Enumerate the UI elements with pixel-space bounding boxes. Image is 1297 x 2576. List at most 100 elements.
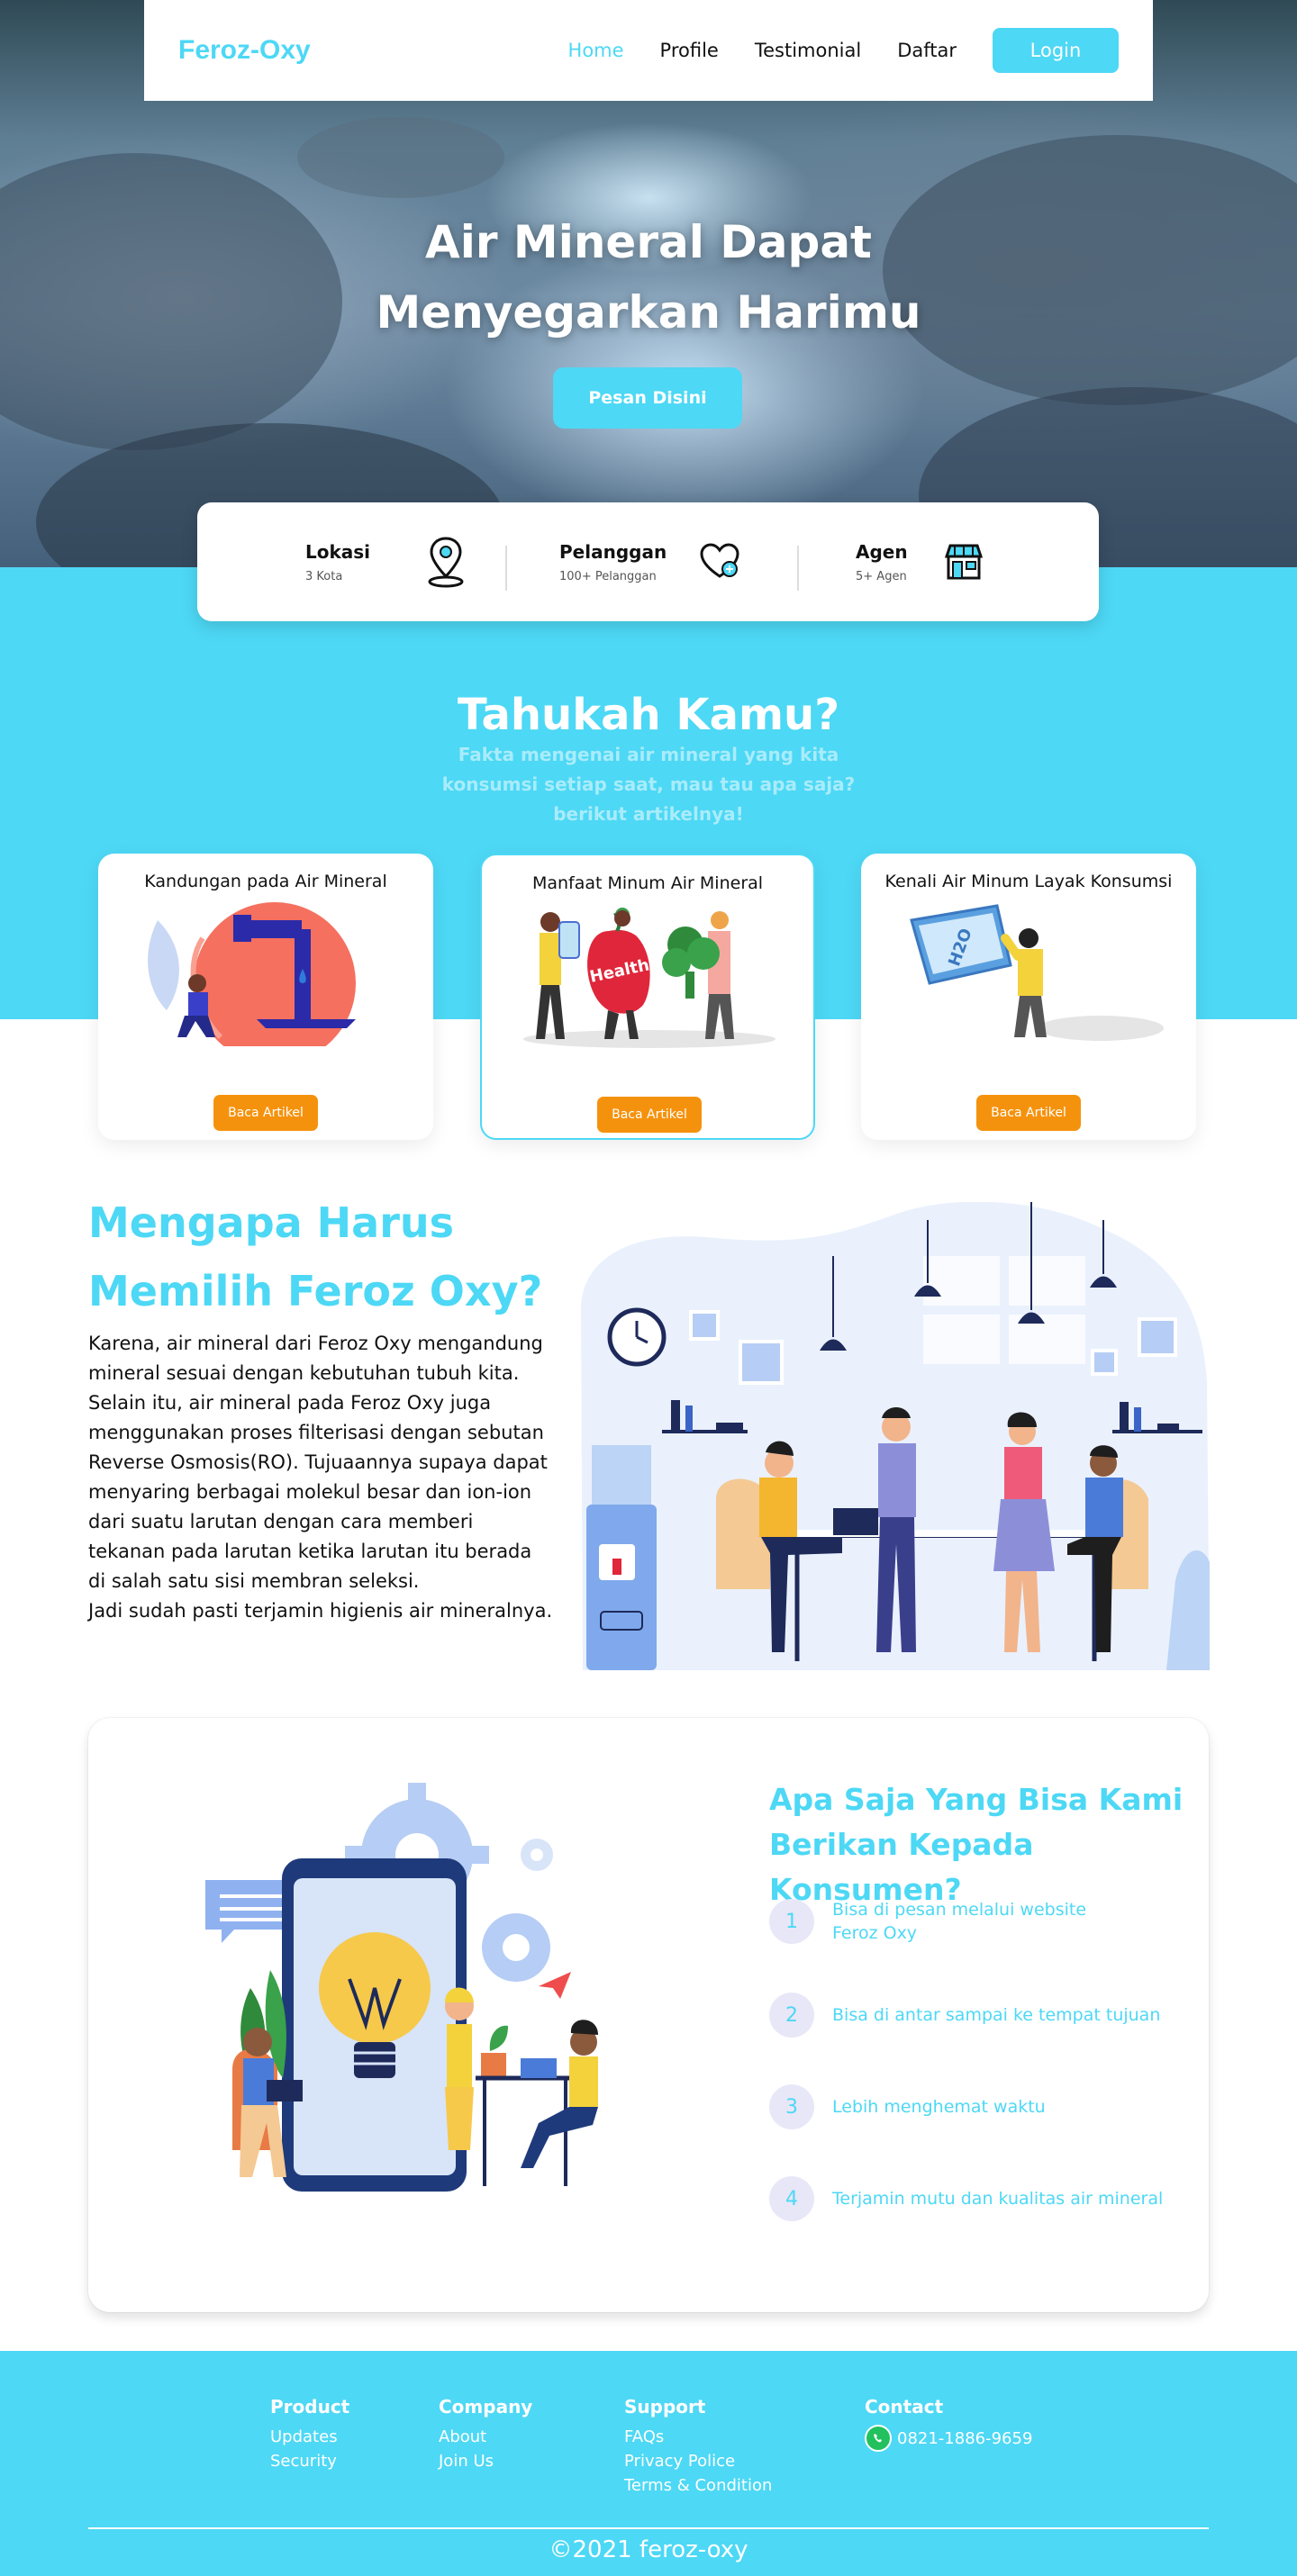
stat-title: Agen (856, 540, 908, 563)
article-card-title: Kenali Air Minum Layak Konsumsi (884, 872, 1173, 891)
service-item: 3 Lebih menghemat waktu (769, 2084, 1193, 2129)
stat-pelanggan-text: Pelanggan 100+ Pelanggan (559, 541, 667, 583)
stat-title: Pelanggan (559, 540, 667, 563)
service-number: 4 (769, 2176, 814, 2221)
whatsapp-icon (865, 2425, 892, 2452)
stat-title: Lokasi (305, 540, 371, 563)
footer-heading: Contact (865, 2396, 944, 2418)
footer-product-column: Product Updates Security (270, 2396, 349, 2473)
services-title-line: Apa Saja Yang Bisa Kami (769, 1782, 1184, 1817)
footer-heading: Product (270, 2396, 350, 2418)
why-body-line: menggunakan proses filterisasi dengan se… (88, 1422, 544, 1443)
water-pour-illustration: H2O (910, 904, 1164, 1041)
why-body-line: Karena, air mineral dari Feroz Oxy menga… (88, 1333, 543, 1354)
read-article-button[interactable]: Baca Artikel (597, 1097, 702, 1133)
health-illustration: Health (523, 908, 775, 1048)
footer-phone-number: 0821-1886-9659 (897, 2428, 1033, 2448)
why-body-line: dari suatu larutan dengan cara memberi (88, 1511, 474, 1532)
tahukah-subtitle: Fakta mengenai air mineral yang kita kon… (423, 740, 874, 829)
nav-daftar-link[interactable]: Daftar (897, 40, 957, 61)
service-text: Terjamin mutu dan kualitas air mineral (832, 2189, 1164, 2209)
footer-copyright: ©2021 feroz-oxy (549, 2536, 748, 2563)
service-text-line: Feroz Oxy (832, 1923, 918, 1943)
stat-agen-text: Agen 5+ Agen (856, 541, 908, 583)
why-body-line: Selain itu, air mineral pada Feroz Oxy j… (88, 1392, 492, 1414)
tahukah-title: Tahukah Kamu? (457, 690, 840, 740)
services-illustration (205, 1783, 598, 2192)
stats-panel: Lokasi 3 Kota Pelanggan 100+ Pelanggan A… (197, 502, 1099, 621)
why-body-line: Jadi sudah pasti terjamin higienis air m… (88, 1600, 553, 1622)
service-number: 1 (769, 1899, 814, 1944)
footer-contact-column: Contact 0821-1886-9659 (865, 2396, 1032, 2452)
services-section: Apa Saja Yang Bisa Kami Berikan Kepada K… (88, 1718, 1209, 2312)
hero-title-line2: Menyegarkan Harimu (376, 286, 921, 339)
service-item: 1 Bisa di pesan melalui website Feroz Ox… (769, 1898, 1193, 1945)
article-card-title: Manfaat Minum Air Mineral (531, 873, 764, 893)
service-item: 2 Bisa di antar sampai ke tempat tujuan (769, 1993, 1193, 2038)
service-number: 3 (769, 2084, 814, 2129)
why-body-line: menyaring berbagai molekul besar dan ion… (88, 1481, 532, 1503)
order-here-button[interactable]: Pesan Disini (553, 367, 742, 429)
footer-security-link[interactable]: Security (270, 2449, 349, 2473)
footer-company-column: Company About Join Us (439, 2396, 532, 2473)
footer-faqs-link[interactable]: FAQs (624, 2425, 772, 2449)
article-card: Manfaat Minum Air Mineral Health Baca Ar… (480, 854, 815, 1140)
heart-plus-icon (700, 543, 739, 578)
services-title-line: Berikan Kepada Konsumen? (769, 1827, 1034, 1907)
faucet-illustration (148, 902, 356, 1046)
footer-about-link[interactable]: About (439, 2425, 532, 2449)
service-text: Bisa di antar sampai ke tempat tujuan (832, 2005, 1161, 2025)
why-body: Karena, air mineral dari Feroz Oxy menga… (88, 1329, 579, 1626)
why-title-line: Mengapa Harus (88, 1198, 455, 1247)
read-article-button[interactable]: Baca Artikel (976, 1095, 1081, 1131)
footer-phone[interactable]: 0821-1886-9659 (865, 2425, 1032, 2452)
service-item: 4 Terjamin mutu dan kualitas air mineral (769, 2176, 1193, 2221)
article-card: Kenali Air Minum Layak Konsumsi H2O Baca… (861, 854, 1196, 1140)
nav-profile-link[interactable]: Profile (660, 40, 719, 61)
nav-testimonial-link[interactable]: Testimonial (755, 40, 861, 61)
article-card: Kandungan pada Air Mineral Baca Artikel (98, 854, 433, 1140)
stat-lokasi-text: Lokasi 3 Kota (305, 541, 370, 583)
stat-divider (505, 546, 507, 591)
footer-divider (88, 2527, 1209, 2529)
service-text: Lebih menghemat waktu (832, 2097, 1046, 2117)
service-text: Bisa di pesan melalui website Feroz Oxy (832, 1898, 1193, 1945)
service-text-line: Bisa di pesan melalui website (832, 1900, 1087, 1920)
why-body-line: di salah satu sisi membran seleksi. (88, 1570, 420, 1592)
tahukah-subtitle-line: Fakta mengenai air mineral yang kita (458, 744, 839, 765)
stat-subtitle: 100+ Pelanggan (559, 569, 657, 583)
hero-title-line1: Air Mineral Dapat (425, 216, 872, 268)
stat-divider (797, 546, 799, 591)
location-pin-icon (428, 537, 464, 588)
nav-home-link[interactable]: Home (568, 40, 624, 61)
article-card-title: Kandungan pada Air Mineral (144, 872, 387, 891)
footer-heading: Support (624, 2396, 706, 2418)
footer-updates-link[interactable]: Updates (270, 2425, 349, 2449)
stat-pelanggan: Pelanggan 100+ Pelanggan (559, 502, 740, 621)
footer-join-us-link[interactable]: Join Us (439, 2449, 532, 2473)
why-body-line: mineral sesuai dengan kebutuhan tubuh ki… (88, 1362, 520, 1384)
why-body-line: tekanan pada larutan ketika larutan itu … (88, 1541, 532, 1562)
service-number: 2 (769, 1993, 814, 2038)
tahukah-subtitle-line: konsumsi setiap saat, mau tau apa saja? (441, 773, 856, 795)
brand-logo[interactable]: Feroz-Oxy (178, 35, 311, 66)
hero-rock (297, 117, 504, 198)
stat-subtitle: 5+ Agen (856, 569, 907, 583)
why-body-line: Reverse Osmosis(RO). Tujuaannya supaya d… (88, 1451, 548, 1473)
why-title: Mengapa Harus Memilih Feroz Oxy? (88, 1189, 593, 1325)
stat-lokasi: Lokasi 3 Kota (305, 502, 466, 621)
read-article-button[interactable]: Baca Artikel (213, 1095, 318, 1131)
office-illustration (581, 1202, 1210, 1670)
nav-links: Home Profile Testimonial Daftar Login (568, 28, 1119, 73)
login-button[interactable]: Login (993, 28, 1119, 73)
top-navbar: Feroz-Oxy Home Profile Testimonial Dafta… (144, 0, 1153, 101)
why-title-line: Memilih Feroz Oxy? (88, 1267, 543, 1315)
services-title: Apa Saja Yang Bisa Kami Berikan Kepada K… (769, 1777, 1202, 1912)
stat-subtitle: 3 Kota (305, 569, 343, 583)
stat-agen: Agen 5+ Agen (856, 502, 984, 621)
footer-heading: Company (439, 2396, 533, 2418)
footer-terms-link[interactable]: Terms & Condition (624, 2473, 772, 2498)
footer-privacy-link[interactable]: Privacy Police (624, 2449, 772, 2473)
tahukah-subtitle-line: berikut artikelnya! (553, 803, 744, 825)
store-icon (944, 544, 983, 580)
